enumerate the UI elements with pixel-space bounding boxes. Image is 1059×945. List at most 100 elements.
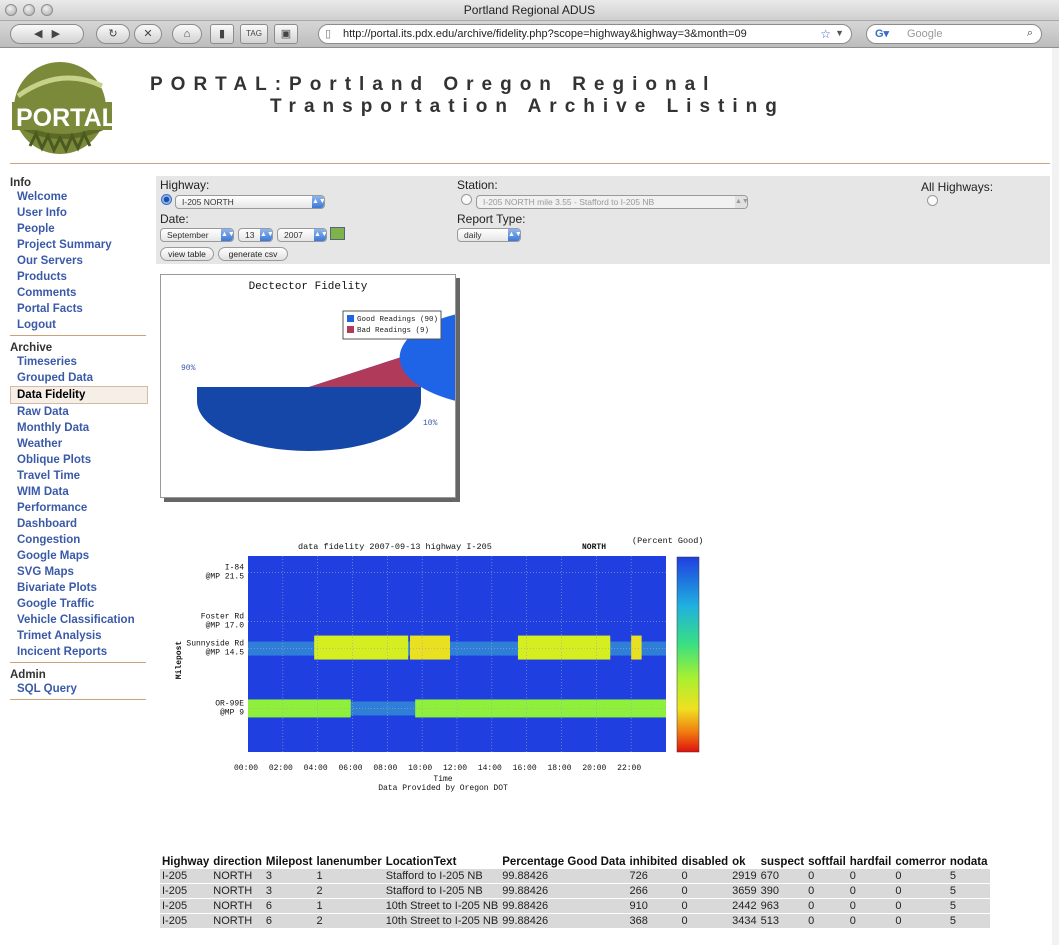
stop-button[interactable]: ✕	[134, 24, 162, 44]
x-axis-title: Time	[433, 775, 452, 784]
sidebar-item-logout[interactable]: Logout	[10, 317, 146, 333]
column-header[interactable]: LocationText	[384, 855, 501, 869]
table-cell: Stafford to I-205 NB	[383, 883, 501, 899]
column-header[interactable]: hardfail	[848, 855, 894, 869]
table-cell: 5	[947, 898, 990, 914]
sidebar-item-weather[interactable]: Weather	[10, 436, 146, 452]
sidebar-item-svg-maps[interactable]: SVG Maps	[10, 564, 146, 580]
sidebar-item-grouped-data[interactable]: Grouped Data	[10, 370, 146, 386]
reload-button[interactable]: ↻	[96, 24, 130, 44]
table-cell: NORTH	[211, 913, 264, 929]
pie-legend-label-1: Good Readings (90)	[357, 316, 438, 324]
sidebar-item-portal-facts[interactable]: Portal Facts	[10, 301, 146, 317]
station-select[interactable]: I-205 NORTH mile 3.55 - Stafford to I-20…	[476, 195, 748, 209]
sidebar-item-wim-data[interactable]: WIM Data	[10, 484, 146, 500]
url-text[interactable]: http://portal.its.pdx.edu/archive/fideli…	[343, 28, 813, 40]
column-header[interactable]: nodata	[948, 855, 990, 869]
sidebar-item-dashboard[interactable]: Dashboard	[10, 516, 146, 532]
sidebar-item-monthly-data[interactable]: Monthly Data	[10, 420, 146, 436]
sidebar-item-welcome[interactable]: Welcome	[10, 189, 146, 205]
day-select[interactable]: 13 ▲▼	[238, 228, 273, 242]
star-icon[interactable]: ☆	[820, 27, 831, 41]
table-cell: 0	[893, 913, 948, 929]
sidebar-item-data-fidelity[interactable]: Data Fidelity	[10, 386, 148, 404]
scrollbar[interactable]	[1052, 48, 1059, 945]
column-header[interactable]: Milepost	[264, 855, 315, 869]
back-icon[interactable]: ◀	[34, 28, 42, 40]
sidebar-item-performance[interactable]: Performance	[10, 500, 146, 516]
column-header[interactable]: Highway	[160, 855, 211, 869]
back-forward-buttons[interactable]: ◀ ▶	[10, 24, 84, 44]
sidebar-item-sql-query[interactable]: SQL Query	[10, 681, 146, 697]
highway-radio[interactable]	[161, 194, 172, 205]
google-icon[interactable]: G▾	[875, 27, 889, 40]
column-header[interactable]: inhibited	[628, 855, 680, 869]
table-cell: 6	[263, 913, 315, 929]
column-header[interactable]: softfail	[806, 855, 848, 869]
sidebar-item-user-info[interactable]: User Info	[10, 205, 146, 221]
bookmark-button[interactable]: ▮	[210, 24, 234, 44]
month-select[interactable]: September ▲▼	[160, 228, 234, 242]
x-tick-label: 00:00	[234, 764, 258, 773]
screenshot-button[interactable]: ▣	[274, 24, 298, 44]
column-header[interactable]: lanenumber	[315, 855, 384, 869]
magnifier-icon[interactable]: ⌕	[1027, 27, 1033, 40]
sidebar-item-travel-time[interactable]: Travel Time	[10, 468, 146, 484]
sidebar-item-products[interactable]: Products	[10, 269, 146, 285]
station-radio[interactable]	[461, 194, 472, 205]
select-arrow-icon: ▲▼	[312, 196, 324, 208]
sidebar-item-project-summary[interactable]: Project Summary	[10, 237, 146, 253]
sidebar-item-oblique-plots[interactable]: Oblique Plots	[10, 452, 146, 468]
column-header[interactable]: ok	[730, 855, 758, 869]
generate-csv-button[interactable]: generate csv	[218, 247, 288, 261]
sidebar-item-google-maps[interactable]: Google Maps	[10, 548, 146, 564]
sidebar-divider	[10, 699, 146, 700]
column-header[interactable]: disabled	[679, 855, 730, 869]
y-tick-milepost: @MP 21.5	[206, 572, 245, 581]
view-table-button[interactable]: view table	[160, 247, 214, 261]
site-title-line2: Transportation Archive Listing	[270, 96, 785, 117]
sidebar-item-google-traffic[interactable]: Google Traffic	[10, 596, 146, 612]
column-header[interactable]: direction	[211, 855, 264, 869]
sidebar-item-comments[interactable]: Comments	[10, 285, 146, 301]
sidebar-item-trimet-analysis[interactable]: Trimet Analysis	[10, 628, 146, 644]
portal-logo[interactable]: PORTAL	[10, 56, 130, 156]
heatmap-cell-1-2	[409, 635, 451, 660]
table-cell: 0	[893, 883, 948, 899]
reload-icon: ↻	[108, 28, 118, 40]
table-cell: 2442	[730, 898, 759, 914]
sidebar-item-people[interactable]: People	[10, 221, 146, 237]
sidebar-item-raw-data[interactable]: Raw Data	[10, 404, 146, 420]
table-row: I-205 NORTH 6 1 10th Street to I-205 NB 99.88…	[160, 898, 990, 914]
report-type-select[interactable]: daily ▲▼	[457, 228, 521, 242]
table-row: I-205 NORTH 3 1 Stafford to I-205 NB 99.88426…	[160, 869, 990, 884]
sidebar-section-title: Info	[10, 177, 32, 189]
sidebar-item-congestion[interactable]: Congestion	[10, 532, 146, 548]
address-bar[interactable]: ▯ http://portal.its.pdx.edu/archive/fide…	[318, 24, 852, 44]
search-box[interactable]: G▾ Google ⌕	[866, 24, 1042, 44]
column-header[interactable]: Percentage Good Data	[500, 855, 627, 869]
year-select[interactable]: 2007 ▲▼	[277, 228, 327, 242]
sidebar-item-timeseries[interactable]: Timeseries	[10, 354, 146, 370]
highway-select[interactable]: I-205 NORTH ▲▼	[175, 195, 325, 209]
calendar-icon[interactable]	[330, 227, 345, 240]
table-cell: 670	[758, 869, 807, 884]
column-header[interactable]: comerror	[893, 855, 948, 869]
sidebar-item-vehicle-classification[interactable]: Vehicle Classification	[10, 612, 146, 628]
chevron-down-icon[interactable]: ▼	[835, 28, 844, 38]
table-cell: 6	[263, 898, 315, 914]
home-icon: ⌂	[183, 28, 191, 40]
tag-button[interactable]: TAG	[240, 24, 268, 44]
sidebar-item-incicent-reports[interactable]: Incicent Reports	[10, 644, 146, 660]
all-highways-label: All Highways:	[921, 180, 994, 194]
site-title: PORTAL:Portland Oregon Regional Transpor…	[150, 74, 785, 118]
heatmap-cell-1-4	[631, 635, 642, 660]
column-header[interactable]: suspect	[759, 855, 806, 869]
x-tick-label: 12:00	[443, 764, 467, 773]
all-highways-radio[interactable]	[927, 195, 938, 206]
forward-icon[interactable]: ▶	[52, 28, 60, 40]
sidebar-item-our-servers[interactable]: Our Servers	[10, 253, 146, 269]
sidebar-item-bivariate-plots[interactable]: Bivariate Plots	[10, 580, 146, 596]
date-label: Date:	[160, 212, 189, 226]
home-button[interactable]: ⌂	[172, 24, 202, 44]
